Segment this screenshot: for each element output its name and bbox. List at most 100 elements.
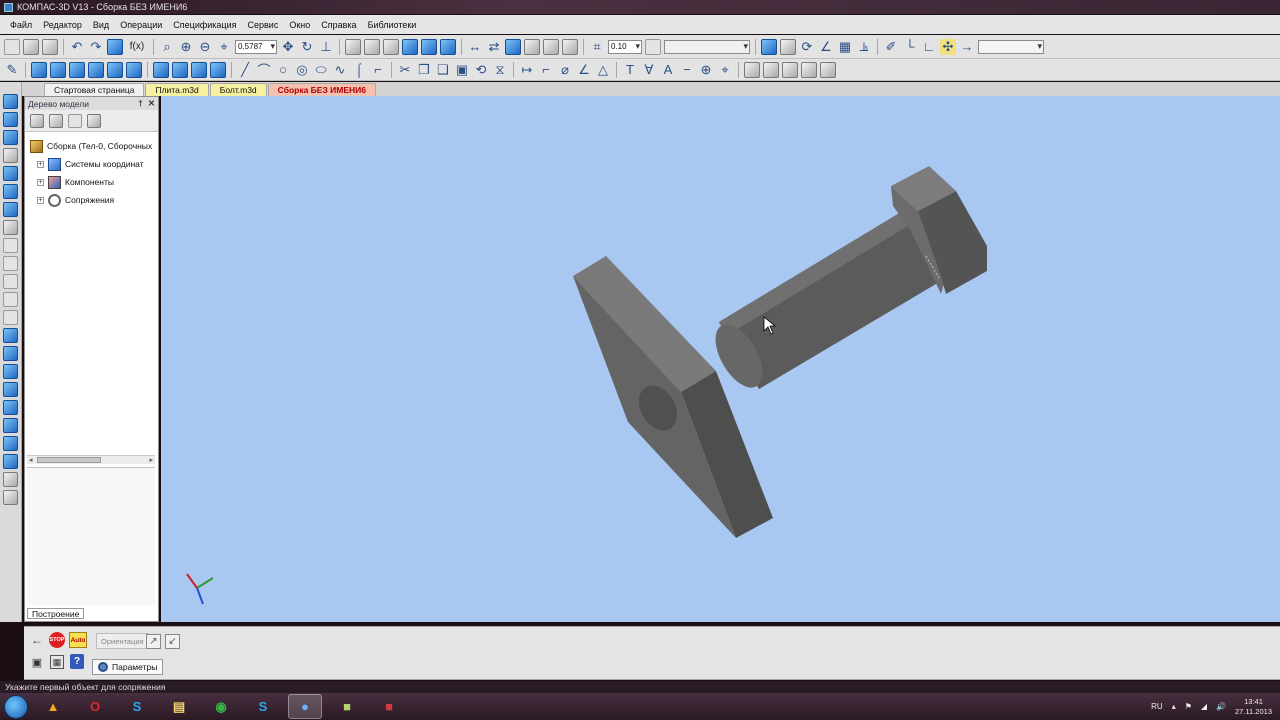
rotate-2-icon[interactable]: ⟲ <box>473 62 489 78</box>
snap-icon[interactable]: ✣ <box>940 38 956 55</box>
new-part-tool-icon[interactable] <box>3 436 18 451</box>
expand-icon[interactable]: + <box>37 178 44 186</box>
cursor-snap-icon[interactable]: → <box>959 39 975 55</box>
zoom-in-icon[interactable]: ⊕ <box>178 39 194 55</box>
halftone-icon[interactable] <box>402 38 418 55</box>
menu-help[interactable]: Справка <box>321 20 356 30</box>
expand-icon[interactable]: + <box>37 160 44 168</box>
model-viewport[interactable] <box>161 96 1280 622</box>
rotate-icon[interactable]: ↻ <box>299 39 315 55</box>
array-tool-icon[interactable] <box>3 184 18 199</box>
grid-icon[interactable]: ▦ <box>50 655 64 669</box>
add-component-2-icon[interactable] <box>50 61 66 78</box>
dimension-tool-icon[interactable] <box>3 274 18 289</box>
move-icon[interactable]: ❐ <box>416 62 432 78</box>
orientation-same-icon[interactable]: ↗ <box>146 634 161 649</box>
menu-window[interactable]: Окно <box>289 20 310 30</box>
model-scene[interactable] <box>161 96 1280 622</box>
leader-icon[interactable]: A <box>660 62 676 78</box>
tree-horizontal-scrollbar[interactable]: ◂ ▸ <box>27 455 155 464</box>
scale-icon[interactable]: ▣ <box>454 62 470 78</box>
edit-tool-icon[interactable] <box>3 94 18 109</box>
cube-2-icon[interactable] <box>172 61 188 78</box>
dimension-icon[interactable]: ↦ <box>519 62 535 78</box>
halftone-edges-icon[interactable] <box>421 38 437 55</box>
circle-icon[interactable]: ○ <box>275 62 291 78</box>
stop-button[interactable]: STOP <box>49 632 65 648</box>
section-tool-icon[interactable] <box>3 220 18 235</box>
redo-icon[interactable]: ↷ <box>88 39 104 55</box>
tree-filter-icon[interactable] <box>87 113 101 128</box>
spec-icon[interactable] <box>744 61 760 78</box>
rebuild-icon[interactable]: ⟳ <box>799 39 815 55</box>
spec-tool-icon[interactable] <box>3 472 18 487</box>
layer-icon[interactable] <box>645 38 661 55</box>
zoom-combo[interactable]: 0.5787 <box>235 39 277 54</box>
kompas-taskbar-icon[interactable]: ● <box>288 694 322 719</box>
ellipse-icon[interactable]: ⬭ <box>313 62 329 78</box>
orientation-button[interactable]: Ориентация <box>96 633 149 649</box>
properties-icon[interactable] <box>562 38 578 55</box>
line-tool-icon[interactable] <box>3 238 18 253</box>
move-component-icon[interactable]: ↔ <box>467 39 483 55</box>
clock[interactable]: 13:41 27.11.2013 <box>1235 697 1272 717</box>
new-document-icon[interactable] <box>4 38 20 55</box>
spec-5-icon[interactable] <box>820 61 836 78</box>
library-tool-icon[interactable] <box>3 454 18 469</box>
axes-icon[interactable]: └ <box>902 39 918 55</box>
pin-icon[interactable]: † <box>138 98 143 109</box>
expand-icon[interactable]: + <box>37 196 44 204</box>
layer-combo[interactable] <box>664 39 750 54</box>
tab-assembly[interactable]: Сборка БЕЗ ИМЕНИ6 <box>267 83 376 96</box>
back-arrow-icon[interactable]: ← <box>30 633 44 647</box>
auto-button[interactable]: Auto <box>69 632 87 648</box>
sketch-tool-icon[interactable] <box>3 112 18 127</box>
explorer-icon[interactable]: ▤ <box>162 694 196 719</box>
start-button[interactable] <box>4 694 28 719</box>
gear-tool-icon[interactable] <box>3 202 18 217</box>
scroll-right-icon[interactable]: ▸ <box>149 456 153 464</box>
circle-2-icon[interactable]: ◎ <box>294 62 310 78</box>
tree-item-coordinate-systems[interactable]: + Системы координат <box>25 155 158 173</box>
bolt-part[interactable] <box>706 166 987 395</box>
add-component-icon[interactable] <box>31 61 47 78</box>
align-icon[interactable]: ⫡ <box>856 39 872 55</box>
scroll-thumb[interactable] <box>37 457 101 463</box>
variables-icon[interactable] <box>107 38 123 55</box>
zoom-fit-icon[interactable]: ⌖ <box>216 39 232 55</box>
snap-grid-icon[interactable]: ⌗ <box>589 39 605 55</box>
spline-icon[interactable]: ∿ <box>332 62 348 78</box>
plate-part[interactable] <box>573 256 773 538</box>
part-tool-icon[interactable] <box>3 418 18 433</box>
tab-start-page[interactable]: Стартовая страница <box>44 83 145 96</box>
polyline-icon[interactable]: ⌠ <box>351 62 367 78</box>
menu-file[interactable]: Файл <box>10 20 32 30</box>
tree-list-icon[interactable] <box>68 113 82 128</box>
cube-icon[interactable] <box>153 61 169 78</box>
edit-assembly-icon[interactable]: ✎ <box>4 62 20 78</box>
add-component-6-icon[interactable] <box>126 61 142 78</box>
axis-line-icon[interactable]: − <box>679 62 695 78</box>
rotate-component-icon[interactable]: ⇄ <box>486 39 502 55</box>
language-indicator[interactable]: RU <box>1151 702 1163 711</box>
flag-icon[interactable]: ⚑ <box>1185 702 1192 711</box>
target-icon[interactable]: ⌖ <box>717 62 733 78</box>
tree-root[interactable]: Сборка (Тел-0, Сборочных <box>25 137 158 155</box>
spec-3-icon[interactable] <box>782 61 798 78</box>
tree-item-components[interactable]: + Компоненты <box>25 173 158 191</box>
grid-icon[interactable]: ▦ <box>837 39 853 55</box>
hatch-tool-icon[interactable] <box>3 256 18 271</box>
zoom-window-icon[interactable]: ⌕ <box>159 39 175 55</box>
copy-icon[interactable]: ❑ <box>435 62 451 78</box>
dimension-2-icon[interactable]: ⌐ <box>538 62 554 78</box>
trim-icon[interactable]: ✂ <box>397 62 413 78</box>
centre-icon[interactable]: ⊕ <box>698 62 714 78</box>
section-icon[interactable] <box>524 38 540 55</box>
tab-parameters[interactable]: Параметры <box>92 659 164 675</box>
orientation-icon[interactable]: ⊥ <box>318 39 334 55</box>
tray-arrow-icon[interactable]: ▴ <box>1172 702 1176 711</box>
radius-icon[interactable]: ∠ <box>576 62 592 78</box>
cube-3-icon[interactable] <box>191 61 207 78</box>
tree-item-mates[interactable]: + Сопряжения <box>25 191 158 209</box>
notes-icon[interactable]: ■ <box>330 694 364 719</box>
